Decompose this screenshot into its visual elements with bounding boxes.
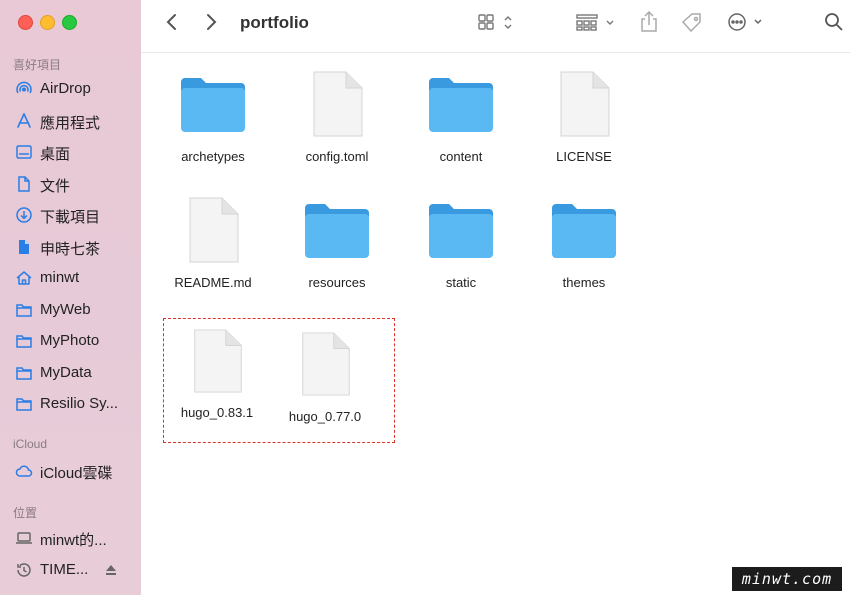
sidebar-item-label: 下載項目 [40,209,101,226]
home-icon [15,269,33,287]
folder-icon [15,332,33,350]
sidebar-item-label: 申時七茶 [40,241,101,258]
file-item-archetypes[interactable]: archetypes [158,70,268,170]
sidebar-item-documents[interactable]: 文件 [0,171,141,197]
folder-icon [15,301,33,319]
sidebar-item-label: minwt [40,269,80,286]
applications-icon [15,112,33,130]
document-icon [189,197,239,263]
watermark: minwt.com [732,567,842,591]
sidebar-item-label: MyData [40,364,92,381]
sidebar-item-minwt[interactable]: minwt [0,265,141,291]
time-machine-icon [15,561,33,579]
sidebar-item-airdrop[interactable]: AirDrop [0,76,141,102]
folder-icon [552,204,616,258]
airdrop-icon [15,80,33,98]
folder-icon [15,395,33,413]
sidebar-item-myphoto[interactable]: MyPhoto [0,328,141,354]
sidebar-item-label: AirDrop [40,80,91,97]
sidebar-item-label: 文件 [40,178,71,195]
file-item-readme-md[interactable]: README.md [158,196,268,296]
sidebar-item-mydata[interactable]: MyData [0,360,141,386]
folder-icon [305,204,369,258]
sidebar-item-label: Resilio Sy... [40,395,119,412]
desktop-icon [15,143,33,161]
document-icon [560,71,610,137]
folder-icon [429,78,493,132]
sidebar-item-label: MyWeb [40,301,91,318]
download-icon [15,206,33,224]
sidebar-item-label: 應用程式 [40,115,101,132]
file-item-config-toml[interactable]: config.toml [282,70,392,170]
sidebar-item-label: TIME... [40,561,89,578]
sidebar-item-label: iCloud雲碟 [40,465,113,482]
folder-icon [429,204,493,258]
document-icon [15,175,33,193]
more-actions-button[interactable] [727,12,767,32]
tag-icon[interactable] [680,11,704,35]
sidebar: 喜好項目 AirDrop 應用程式 桌面 文件 下載項目 申時七茶 minwt … [0,0,141,595]
back-button[interactable] [165,12,179,32]
document-icon [313,71,363,137]
sidebar-item-time-machine[interactable]: TIME... [0,557,141,583]
forward-button[interactable] [204,12,218,32]
window-title: portfolio [240,13,309,32]
file-icon [15,238,33,256]
sidebar-item-shenshi-qicha[interactable]: 申時七茶 [0,234,141,260]
file-item-resources[interactable]: resources [282,196,392,296]
file-item-static[interactable]: static [406,196,516,296]
file-item-themes[interactable]: themes [529,196,639,296]
highlight-box [163,318,395,443]
sidebar-item-label: 桌面 [40,146,71,163]
sidebar-item-label: MyPhoto [40,332,100,349]
favorites-header: 喜好項目 [13,58,62,72]
folder-icon [15,364,33,382]
search-icon[interactable] [824,12,844,32]
zoom-window-button[interactable] [62,15,77,30]
sidebar-item-applications[interactable]: 應用程式 [0,108,141,134]
sidebar-item-label: minwt的... [40,532,107,549]
locations-header: 位置 [13,506,38,520]
group-button[interactable] [576,13,618,33]
cloud-icon [15,462,33,480]
laptop-icon [15,529,33,547]
view-mode-button[interactable] [477,13,517,33]
sidebar-item-myweb[interactable]: MyWeb [0,297,141,323]
sidebar-item-minwt-mac[interactable]: minwt的... [0,525,141,551]
file-item-license[interactable]: LICENSE [529,70,639,170]
file-item-content[interactable]: content [406,70,516,170]
sidebar-item-desktop[interactable]: 桌面 [0,139,141,165]
toolbar: portfolio [141,0,850,53]
minimize-window-button[interactable] [40,15,55,30]
sidebar-item-downloads[interactable]: 下載項目 [0,202,141,228]
sidebar-item-resilio-sync[interactable]: Resilio Sy... [0,391,141,417]
sidebar-item-icloud-drive[interactable]: iCloud雲碟 [0,458,141,484]
folder-icon [181,78,245,132]
close-window-button[interactable] [18,15,33,30]
icloud-header: iCloud [13,437,48,451]
share-icon[interactable] [639,10,659,34]
eject-icon[interactable] [104,563,118,577]
